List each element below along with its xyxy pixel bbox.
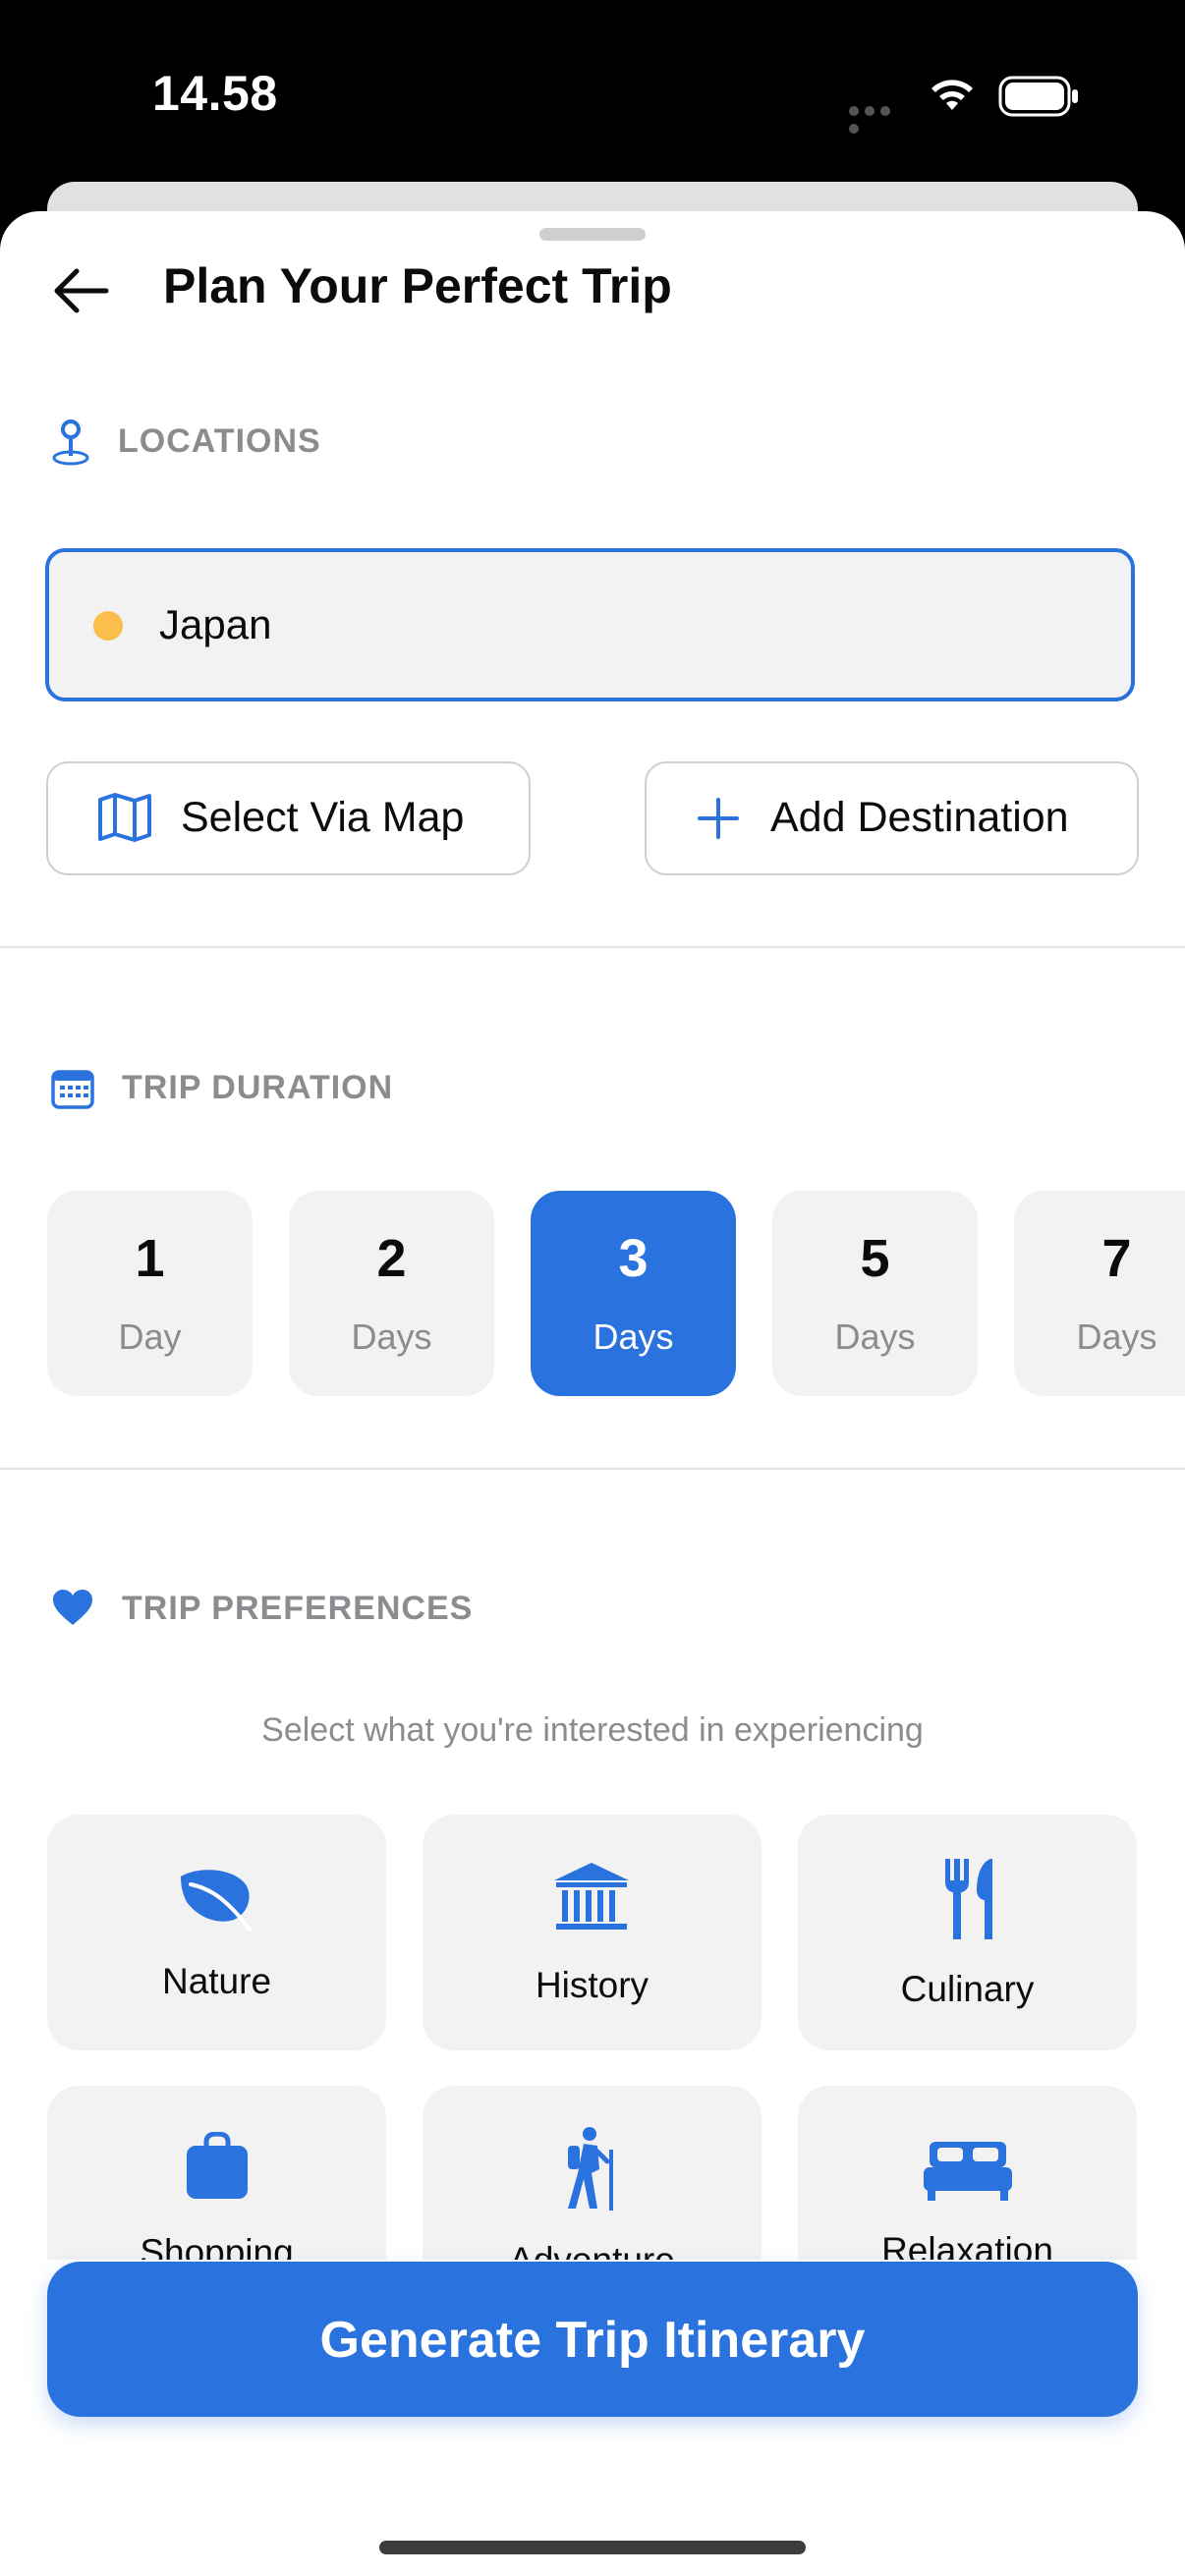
duration-unit: Days — [592, 1316, 674, 1357]
back-arrow-icon[interactable] — [49, 263, 112, 318]
destination-dot — [93, 611, 123, 641]
duration-option-3-selected[interactable] — [531, 1191, 736, 1396]
bed-icon — [924, 2142, 1012, 2201]
duration-option-5[interactable] — [772, 1191, 978, 1396]
duration-unit: Days — [351, 1316, 432, 1357]
sheet-grabber[interactable] — [539, 228, 646, 241]
preference-label: History — [535, 1965, 649, 2005]
duration-option-7[interactable] — [1014, 1191, 1185, 1396]
calendar-icon — [51, 1070, 94, 1109]
duration-number: 3 — [618, 1229, 649, 1288]
preferences-subtitle: Select what you're interested in experie… — [261, 1711, 924, 1749]
heart-icon — [53, 1590, 92, 1625]
add-destination-label: Add Destination — [770, 794, 1069, 841]
duration-number: 2 — [376, 1229, 407, 1288]
leaf-icon — [181, 1870, 252, 1932]
section-divider — [0, 946, 1185, 948]
page-title: Plan Your Perfect Trip — [163, 258, 672, 313]
status-time: 14.58 — [152, 66, 278, 121]
section-divider — [0, 1468, 1185, 1470]
locations-label: LOCATIONS — [118, 422, 321, 460]
duration-number: 5 — [860, 1229, 890, 1288]
trip-preferences-label: TRIP PREFERENCES — [122, 1590, 474, 1627]
preference-label: Nature — [161, 1961, 272, 2001]
battery-icon — [998, 76, 1078, 117]
trip-duration-label: TRIP DURATION — [122, 1069, 394, 1106]
duration-unit: Days — [1076, 1316, 1157, 1357]
generate-itinerary-label: Generate Trip Itinerary — [319, 2312, 866, 2369]
duration-option-1[interactable] — [47, 1191, 253, 1396]
fork-knife-icon — [945, 1859, 992, 1939]
location-pin-icon — [52, 420, 89, 466]
hiker-icon — [568, 2127, 613, 2211]
destination-value: Japan — [159, 601, 272, 647]
museum-icon — [554, 1863, 629, 1930]
duration-unit: Day — [118, 1316, 182, 1357]
select-via-map-label: Select Via Map — [181, 794, 465, 841]
preference-label: Culinary — [900, 1969, 1035, 2009]
duration-number: 1 — [135, 1229, 165, 1288]
shopping-bag-icon — [187, 2132, 248, 2199]
cellular-signal-icon — [849, 103, 908, 134]
wifi-icon — [931, 80, 973, 110]
duration-number: 7 — [1101, 1229, 1132, 1288]
map-icon — [98, 793, 151, 842]
home-indicator[interactable] — [379, 2541, 806, 2554]
duration-option-2[interactable] — [289, 1191, 494, 1396]
duration-unit: Days — [834, 1316, 916, 1357]
plus-icon — [698, 798, 739, 839]
